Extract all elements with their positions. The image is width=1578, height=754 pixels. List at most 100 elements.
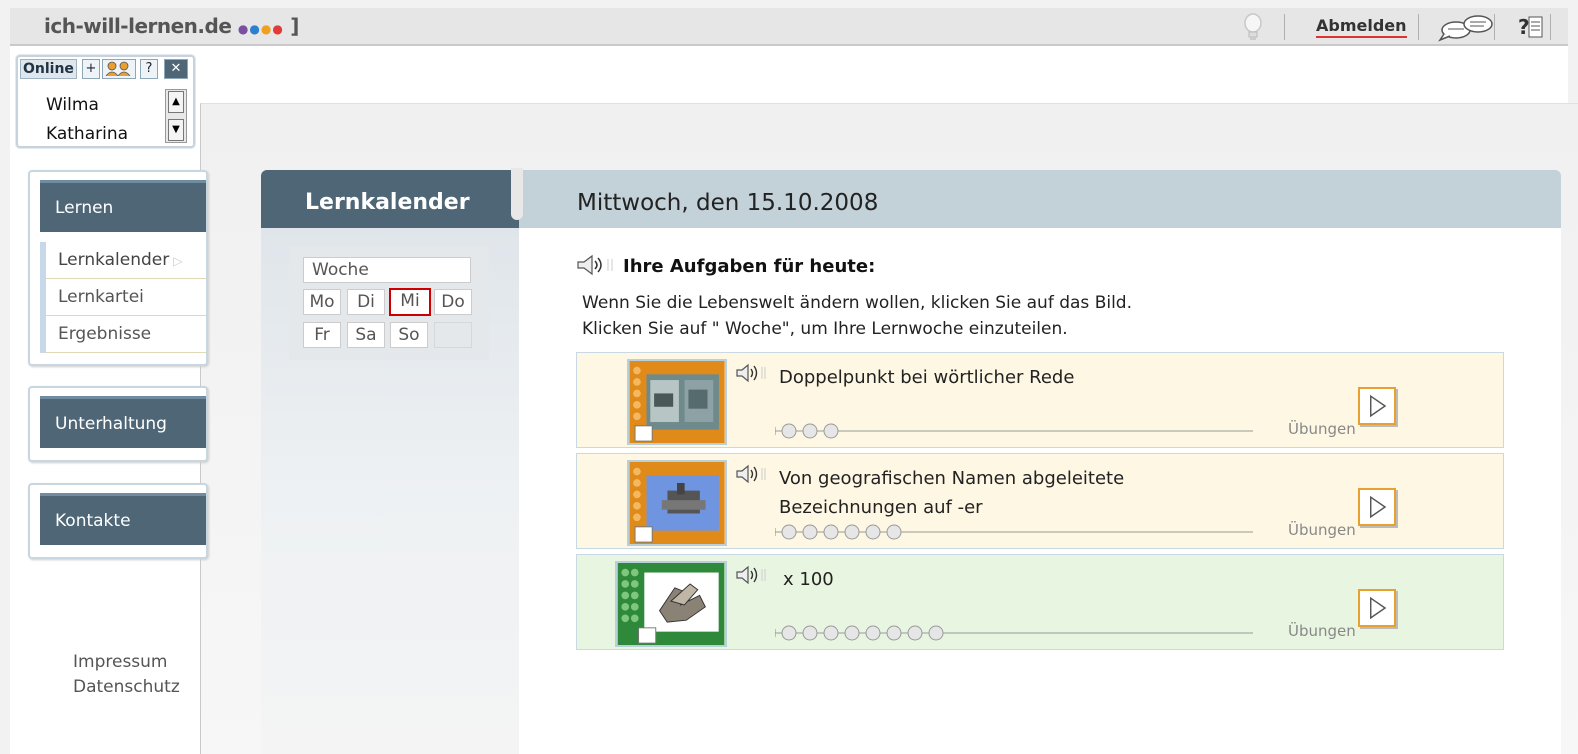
exercise-bead: [907, 625, 923, 641]
footer-links: Impressum Datenschutz: [73, 650, 180, 700]
play-button[interactable]: [1358, 488, 1396, 526]
exercise-bead: [844, 625, 860, 641]
nav-lernen-header[interactable]: Lernen: [40, 180, 206, 232]
add-contact-button[interactable]: +: [82, 59, 100, 79]
exercise-bead: [886, 625, 902, 641]
date-heading: Mittwoch, den 15.10.2008: [577, 190, 879, 216]
task-item: x 100 Übungen: [576, 554, 1504, 650]
separator: [1284, 14, 1285, 40]
lightbulb-icon[interactable]: [1242, 12, 1264, 42]
help-icon[interactable]: ?: [1516, 12, 1548, 42]
play-button[interactable]: [1358, 387, 1396, 425]
week-button[interactable]: Woche: [303, 257, 471, 283]
exercise-bead: [886, 524, 902, 540]
day-sa[interactable]: Sa: [347, 322, 385, 348]
day-do[interactable]: Do: [434, 289, 472, 315]
lernkalender-title: Lernkalender: [305, 190, 470, 215]
exercise-bead: [823, 524, 839, 540]
day-fr[interactable]: Fr: [303, 322, 341, 348]
nav-item-label: Lernkalender: [58, 250, 170, 270]
online-label: Online: [20, 59, 77, 79]
task-title-line: x 100: [783, 569, 834, 590]
exercise-bead: [823, 625, 839, 641]
nav-kontakte-header[interactable]: Kontakte: [40, 493, 206, 545]
task-title[interactable]: x 100: [783, 565, 834, 594]
online-user-list: Wilma Katharina: [46, 91, 128, 149]
instruction-line: Klicken Sie auf " Woche", um Ihre Lernwo…: [582, 319, 1068, 339]
speaker-icon[interactable]: [735, 563, 777, 587]
exercise-bead: [928, 625, 944, 641]
exercise-progress: [775, 625, 1253, 641]
online-users-box: Online + ? ✕ Wilma Katharina ▲ ▼: [16, 55, 195, 148]
day-di[interactable]: Di: [347, 289, 385, 315]
task-thumbnail[interactable]: [615, 561, 727, 647]
task-title-line: Von geografischen Namen abgeleitete: [779, 468, 1125, 489]
logo-bracket: ]: [290, 14, 299, 38]
nav-item-ergebnisse[interactable]: Ergebnisse: [46, 316, 206, 353]
task-item: Von geografischen Namen abgeleitete Beze…: [576, 453, 1504, 549]
exercises-label: Übungen: [1288, 420, 1356, 438]
exercise-bead: [865, 524, 881, 540]
separator: [1550, 14, 1551, 40]
play-button[interactable]: [1358, 589, 1396, 627]
chat-icon[interactable]: [1434, 12, 1498, 42]
exercise-progress: [775, 524, 1253, 540]
exercise-bead: [802, 625, 818, 641]
exercises-label: Übungen: [1288, 622, 1356, 640]
logo-text: ich-will-lernen.de: [44, 14, 232, 38]
logout-link[interactable]: Abmelden: [1316, 16, 1407, 38]
task-title-line: Doppelpunkt bei wörtlicher Rede: [779, 367, 1075, 388]
speaker-icon[interactable]: [735, 462, 777, 486]
exercise-bead: [823, 423, 839, 439]
task-item: Doppelpunkt bei wörtlicher Rede Übungen: [576, 352, 1504, 448]
exercise-bead: [844, 524, 860, 540]
scrollbar[interactable]: ▲ ▼: [165, 89, 187, 143]
exercise-bead: [781, 625, 797, 641]
exercise-bead: [781, 423, 797, 439]
nav-kontakte: Kontakte: [28, 483, 208, 559]
site-logo[interactable]: ich-will-lernen.de ●●●● ]: [44, 14, 299, 38]
nav-item-lernkalender[interactable]: Lernkalender ▷: [46, 242, 206, 279]
week-calendar: Woche Mo Di Mi Do Fr Sa So: [289, 246, 489, 360]
nav-lernen-items: Lernkalender ▷ Lernkartei Ergebnisse: [40, 242, 206, 353]
impressum-link[interactable]: Impressum: [73, 650, 180, 675]
task-title[interactable]: Von geografischen Namen abgeleitete Beze…: [779, 464, 1124, 522]
nav-unterhaltung-header[interactable]: Unterhaltung: [40, 396, 206, 448]
nav-unterhaltung: Unterhaltung: [28, 386, 208, 462]
close-icon[interactable]: ✕: [164, 59, 188, 79]
exercise-bead: [802, 423, 818, 439]
nav-lernen: Lernen Lernkalender ▷ Lernkartei Ergebnis…: [28, 170, 208, 366]
nav-item-lernkartei[interactable]: Lernkartei: [46, 279, 206, 316]
speaker-icon[interactable]: [576, 253, 618, 277]
day-so[interactable]: So: [390, 322, 428, 348]
separator: [1494, 14, 1495, 40]
task-title[interactable]: Doppelpunkt bei wörtlicher Rede: [779, 363, 1074, 392]
task-title-line: Bezeichnungen auf -er: [779, 497, 983, 518]
day-mi[interactable]: Mi: [389, 288, 431, 316]
exercises-label: Übungen: [1288, 521, 1356, 539]
chevron-right-icon: ▷: [173, 254, 183, 268]
instructions: Wenn Sie die Lebenswelt ändern wollen, k…: [582, 290, 1132, 342]
separator: [1418, 14, 1419, 40]
scroll-up-icon[interactable]: ▲: [168, 91, 184, 113]
exercise-bead: [802, 524, 818, 540]
exercise-bead: [865, 625, 881, 641]
users-icon[interactable]: [102, 59, 136, 79]
exercise-progress: [775, 423, 1253, 439]
task-thumbnail[interactable]: [627, 460, 727, 546]
instruction-line: Wenn Sie die Lebenswelt ändern wollen, k…: [582, 293, 1132, 313]
tab-divider: [511, 168, 523, 220]
online-help-button[interactable]: ?: [140, 59, 158, 79]
day-mo[interactable]: Mo: [303, 289, 341, 315]
task-thumbnail[interactable]: [627, 359, 727, 445]
svg-text:?: ?: [1518, 15, 1530, 39]
scroll-down-icon[interactable]: ▼: [168, 119, 184, 141]
speaker-icon[interactable]: [735, 361, 777, 385]
logo-dots-icon: ●●●●: [237, 22, 284, 36]
online-user[interactable]: Katharina: [46, 120, 128, 149]
exercise-bead: [781, 524, 797, 540]
day-empty: [434, 322, 472, 348]
top-bar: ich-will-lernen.de ●●●● ] Abmelden ?: [10, 8, 1568, 46]
online-user[interactable]: Wilma: [46, 91, 128, 120]
datenschutz-link[interactable]: Datenschutz: [73, 675, 180, 700]
